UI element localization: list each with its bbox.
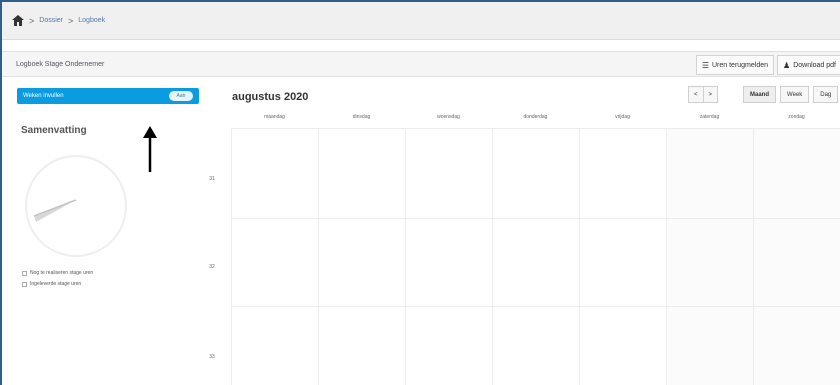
calendar-day-cell[interactable] (318, 306, 405, 385)
report-hours-label: Uren terugmelden (711, 61, 769, 69)
calendar-day-cell[interactable] (492, 218, 579, 306)
calendar-day-cell[interactable] (753, 128, 840, 218)
calendar-day-cell[interactable] (492, 306, 579, 385)
calendar-day-cell[interactable] (231, 128, 318, 218)
week-number: 33 (209, 354, 215, 360)
breadcrumb-separator: > (68, 15, 74, 26)
page-title: Logboek Stage Ondernemer (16, 60, 105, 68)
header-actions: ☰ Uren terugmelden ♟ Download pdf (693, 55, 840, 75)
report-hours-button[interactable]: ☰ Uren terugmelden (695, 55, 775, 75)
list-icon: ☰ (701, 60, 709, 70)
calendar-day-cell[interactable] (666, 218, 753, 306)
app-window: > Dossier > Logboek Logboek Stage Ondern… (0, 0, 840, 385)
day-header-monday: maandag (264, 114, 285, 120)
calendar-day-cell[interactable] (405, 128, 492, 218)
calendar-day-cell[interactable] (579, 218, 666, 306)
breadcrumb-item-dossier[interactable]: Dossier (39, 17, 63, 24)
view-month-button[interactable]: Maand (743, 86, 777, 103)
calendar-day-cell[interactable] (753, 306, 840, 385)
calendar-day-cell[interactable] (405, 306, 492, 385)
page-header: Logboek Stage Ondernemer ☰ Uren terugmel… (2, 51, 840, 77)
calendar-view-switch: Maand Week Dag (739, 86, 839, 103)
calendar-day-cell[interactable] (318, 218, 405, 306)
calendar-grid (231, 128, 840, 385)
calendar-day-cell[interactable] (666, 128, 753, 218)
summary-pie-chart (25, 155, 127, 257)
calendar-day-cell[interactable] (231, 306, 318, 385)
download-pdf-label: Download pdf (793, 61, 836, 69)
calendar-day-cell[interactable] (753, 218, 840, 306)
prev-month-button[interactable]: < (688, 86, 704, 103)
day-header-tuesday: dinsdag (352, 114, 371, 120)
calendar-day-cell[interactable] (231, 218, 318, 306)
calendar-day-cell[interactable] (579, 306, 666, 385)
legend-swatch (22, 270, 27, 276)
fill-weeks-toggle[interactable]: Weken invullen Aan (17, 88, 199, 104)
breadcrumb-separator: > (29, 15, 35, 26)
legend-label-remaining: Nog te realiseren stage uren (30, 270, 94, 276)
day-header-thursday: donderdag (523, 114, 548, 120)
next-month-button[interactable]: > (703, 86, 719, 103)
home-icon[interactable] (12, 15, 24, 26)
breadcrumb: > Dossier > Logboek (2, 2, 840, 40)
download-pdf-button[interactable]: ♟ Download pdf (777, 55, 840, 75)
arrow-up-icon (143, 126, 157, 172)
day-header-friday: vrijdag (615, 114, 630, 120)
calendar-day-cell[interactable] (492, 128, 579, 218)
day-header-wednesday: woensdag (437, 114, 460, 120)
week-number: 31 (209, 176, 215, 182)
summary-title: Samenvatting (21, 125, 87, 136)
calendar-day-cell[interactable] (405, 218, 492, 306)
fill-weeks-label: Weken invullen (23, 93, 64, 99)
legend-item-remaining-hours[interactable]: Nog te realiseren stage uren (22, 270, 93, 276)
week-number: 32 (209, 264, 215, 270)
toggle-switch[interactable]: Aan (169, 91, 193, 101)
view-day-button[interactable]: Dag (813, 86, 839, 103)
person-icon: ♟ (783, 60, 791, 70)
calendar-day-cell[interactable] (579, 128, 666, 218)
day-header-saturday: zaterdag (699, 114, 720, 120)
view-week-button[interactable]: Week (780, 86, 810, 103)
calendar-day-cell[interactable] (318, 128, 405, 218)
legend-item-submitted-hours[interactable]: Ingeleverde stage uren (22, 281, 81, 287)
calendar-title: augustus 2020 (232, 91, 309, 103)
breadcrumb-item-logboek[interactable]: Logboek (78, 17, 105, 24)
legend-label-submitted: Ingeleverde stage uren (30, 281, 82, 287)
calendar-nav: < > (688, 86, 719, 103)
day-header-sunday: zondag (788, 114, 805, 120)
legend-swatch (22, 281, 27, 287)
calendar-day-cell[interactable] (666, 306, 753, 385)
